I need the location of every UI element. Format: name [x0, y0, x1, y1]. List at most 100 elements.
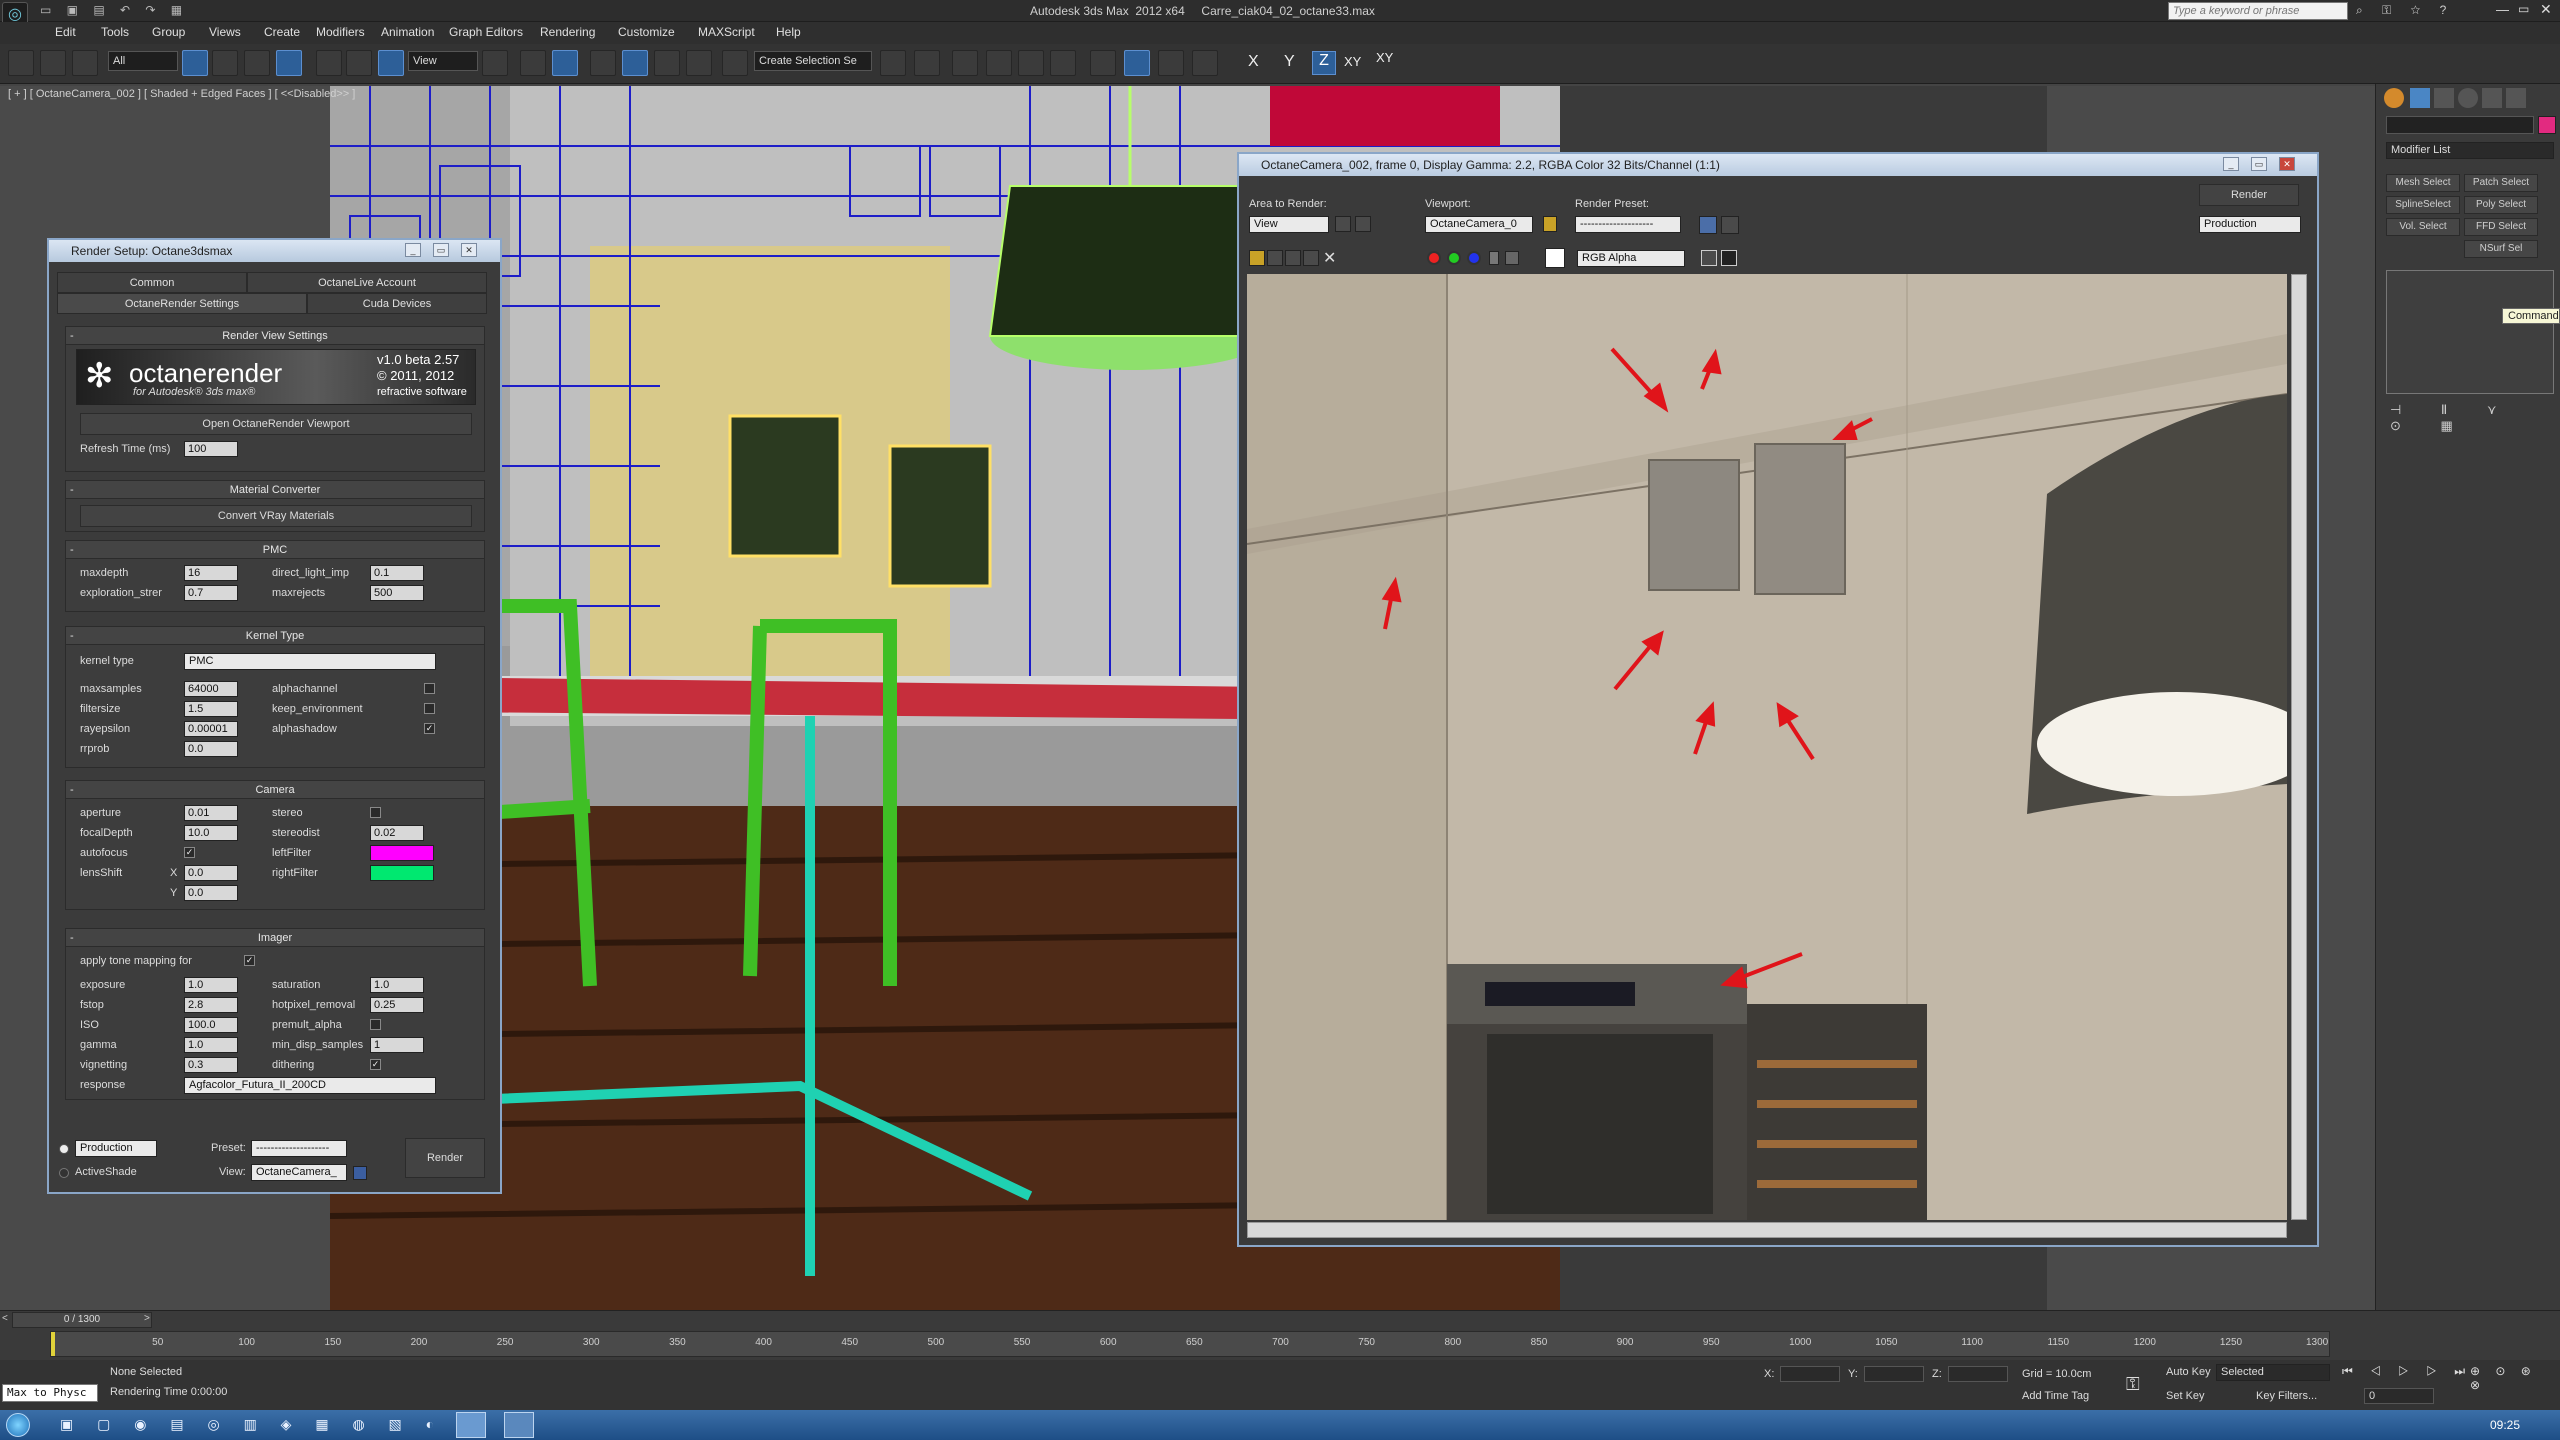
- hierarchy-tab-icon[interactable]: [2434, 88, 2454, 108]
- material-editor-icon[interactable]: [1090, 50, 1116, 76]
- selection-filter-select[interactable]: All: [108, 51, 178, 71]
- percent-snap-icon[interactable]: [654, 50, 680, 76]
- auto-key-button[interactable]: Auto Key: [2166, 1366, 2211, 1378]
- set-key-button[interactable]: Set Key: [2166, 1390, 2205, 1402]
- alphachannel-checkbox[interactable]: [424, 683, 435, 694]
- vol-select-button[interactable]: Vol. Select: [2386, 218, 2460, 236]
- manipulate-icon[interactable]: [520, 50, 546, 76]
- min-disp-samples-input[interactable]: 1: [370, 1037, 424, 1053]
- stack-tools-icons[interactable]: ⊣ Ⅱ ⋎ ⊙ ▦: [2390, 402, 2560, 434]
- fstop-input[interactable]: 2.8: [184, 997, 238, 1013]
- mirror-icon[interactable]: [880, 50, 906, 76]
- menu-customize[interactable]: Customize: [618, 25, 675, 39]
- rayepsilon-input[interactable]: 0.00001: [184, 721, 238, 737]
- graphite-icon[interactable]: [986, 50, 1012, 76]
- key-selection-select[interactable]: Selected: [2216, 1364, 2330, 1381]
- rollout-header[interactable]: - Material Converter: [66, 481, 484, 499]
- rollout-header[interactable]: - Kernel Type: [66, 627, 484, 645]
- start-button[interactable]: [6, 1413, 30, 1437]
- rs-close-button[interactable]: ✕: [461, 243, 477, 257]
- response-select[interactable]: Agfacolor_Futura_II_200CD: [184, 1077, 436, 1094]
- display-channel-select[interactable]: RGB Alpha: [1577, 250, 1685, 267]
- key-icon[interactable]: ⚿: [2126, 1374, 2140, 1395]
- minimize-button[interactable]: —: [2496, 2, 2509, 17]
- menu-help[interactable]: Help: [776, 25, 801, 39]
- display-tab-icon[interactable]: [2482, 88, 2502, 108]
- render-preset-select[interactable]: --------------------: [1575, 216, 1681, 233]
- select-object-icon[interactable]: [182, 50, 208, 76]
- playback-controls[interactable]: ⏮ ◁ ▷ ▷ ⏭: [2342, 1364, 2472, 1379]
- green-channel-icon[interactable]: [1447, 251, 1461, 265]
- quick-access-icons[interactable]: ▭ ▣ ▤ ↶ ↷ ▦: [40, 3, 188, 17]
- spinner-snap-icon[interactable]: [686, 50, 712, 76]
- axis-z-button[interactable]: Z: [1312, 51, 1336, 75]
- alphashadow-checkbox[interactable]: ✓: [424, 723, 435, 734]
- spline-select-button[interactable]: SplineSelect: [2386, 196, 2460, 214]
- saturation-input[interactable]: 1.0: [370, 977, 424, 993]
- taskbar-pinned-icons[interactable]: ▣ ▢ ◉ ▤ ◎ ▥ ◈ ▦ ◍ ▧ ◐ ▨: [60, 1416, 481, 1433]
- select-by-name-icon[interactable]: [212, 50, 238, 76]
- rs-minimize-button[interactable]: _: [405, 243, 421, 257]
- refresh-time-input[interactable]: 100: [184, 441, 238, 457]
- area-to-render-select[interactable]: View: [1249, 216, 1329, 233]
- edit-named-sel-icon[interactable]: [722, 50, 748, 76]
- copy-image-icon[interactable]: [1267, 250, 1283, 266]
- menu-maxscript[interactable]: MAXScript: [698, 25, 755, 39]
- right-filter-color-swatch[interactable]: [370, 865, 434, 881]
- exploration-input[interactable]: 0.7: [184, 585, 238, 601]
- pivot-icon[interactable]: [482, 50, 508, 76]
- tab-octanerender-settings[interactable]: OctaneRender Settings: [57, 293, 307, 314]
- ffd-select-button[interactable]: FFD Select: [2464, 218, 2538, 236]
- rect-region-icon[interactable]: [244, 50, 270, 76]
- maxdepth-input[interactable]: 16: [184, 565, 238, 581]
- viewport-select[interactable]: OctaneCamera_0: [1425, 216, 1533, 233]
- menu-rendering[interactable]: Rendering: [540, 25, 595, 39]
- stereo-checkbox[interactable]: [370, 807, 381, 818]
- left-filter-color-swatch[interactable]: [370, 845, 434, 861]
- save-image-icon[interactable]: [1249, 250, 1265, 266]
- production-mode-select[interactable]: Production: [2199, 216, 2301, 233]
- histogram-icon[interactable]: [1701, 250, 1717, 266]
- view-select[interactable]: OctaneCamera_: [251, 1164, 347, 1181]
- rollout-header[interactable]: - Camera: [66, 781, 484, 799]
- object-name-input[interactable]: [2386, 116, 2534, 134]
- rollout-header[interactable]: - Imager: [66, 929, 484, 947]
- fb-close-button[interactable]: ✕: [2279, 157, 2295, 171]
- vignetting-input[interactable]: 0.3: [184, 1057, 238, 1073]
- render-setup-icon[interactable]: [1124, 50, 1150, 76]
- aperture-input[interactable]: 0.01: [184, 805, 238, 821]
- angle-snap-icon[interactable]: [622, 50, 648, 76]
- print-image-icon[interactable]: [1303, 250, 1319, 266]
- viewport-lock-icon[interactable]: [1543, 216, 1557, 232]
- rendered-frame-icon[interactable]: [1158, 50, 1184, 76]
- taskbar-render-button[interactable]: [504, 1412, 534, 1438]
- y-coord-input[interactable]: [1864, 1366, 1924, 1382]
- tab-cuda-devices[interactable]: Cuda Devices: [307, 293, 487, 314]
- kernel-type-select[interactable]: PMC: [184, 653, 436, 670]
- maxrejects-input[interactable]: 500: [370, 585, 424, 601]
- gamma-input[interactable]: 1.0: [184, 1037, 238, 1053]
- modify-tab-icon[interactable]: [2410, 88, 2430, 108]
- taskbar-3dsmax-button[interactable]: [456, 1412, 486, 1438]
- render-button[interactable]: Render: [405, 1138, 485, 1178]
- tab-octanelive-account[interactable]: OctaneLive Account: [247, 272, 487, 293]
- stereodist-input[interactable]: 0.02: [370, 825, 424, 841]
- nsurf-sel-button[interactable]: NSurf Sel: [2464, 240, 2538, 258]
- lock-icon[interactable]: [353, 1166, 367, 1180]
- axis-x-button[interactable]: X: [1248, 53, 1259, 71]
- exposure-input[interactable]: 1.0: [184, 977, 238, 993]
- fb-maximize-button[interactable]: ▭: [2251, 157, 2267, 171]
- production-radio[interactable]: [59, 1144, 69, 1154]
- red-channel-icon[interactable]: [1427, 251, 1441, 265]
- background-color-swatch[interactable]: [1545, 248, 1565, 268]
- key-filters-button[interactable]: Key Filters...: [2256, 1390, 2317, 1402]
- close-button[interactable]: ✕: [2540, 1, 2552, 18]
- rollout-header[interactable]: - Render View Settings: [66, 327, 484, 345]
- move-icon[interactable]: [316, 50, 342, 76]
- menu-views[interactable]: Views: [209, 25, 241, 39]
- axis-xy-button[interactable]: XY: [1344, 54, 1361, 69]
- iso-input[interactable]: 100.0: [184, 1017, 238, 1033]
- link-icon[interactable]: [8, 50, 34, 76]
- render-setup-icon[interactable]: [1699, 216, 1717, 234]
- mesh-select-button[interactable]: Mesh Select: [2386, 174, 2460, 192]
